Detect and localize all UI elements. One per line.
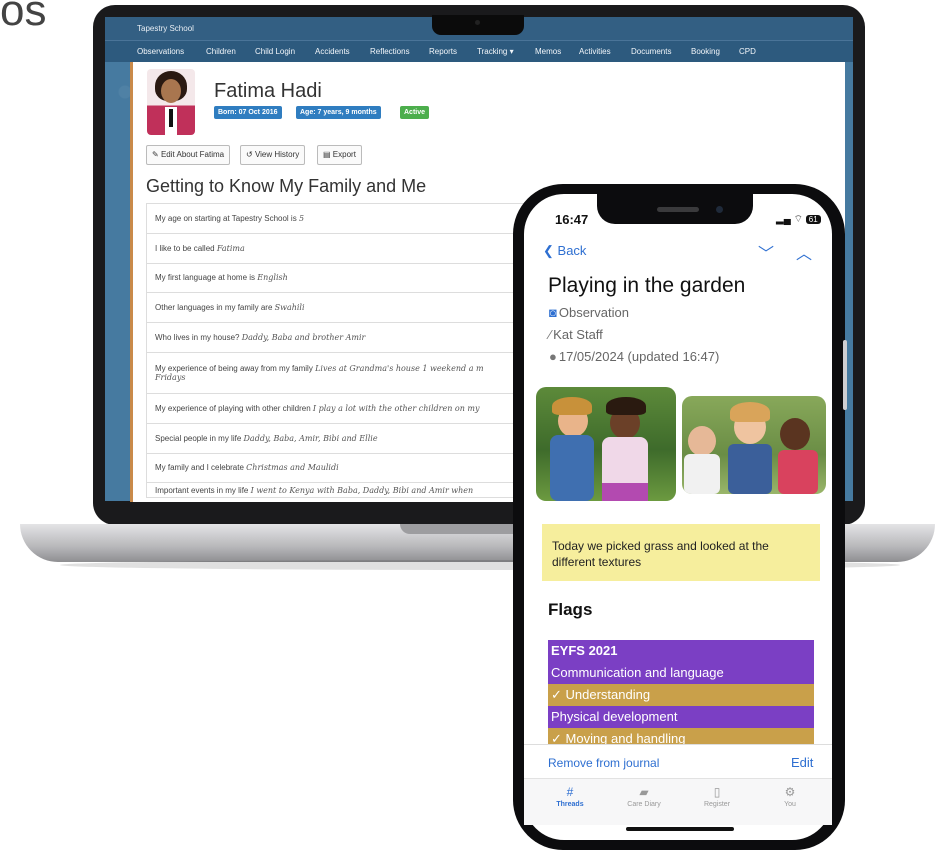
- nav-accidents[interactable]: Accidents: [315, 47, 350, 56]
- laptop-camera: [475, 20, 480, 25]
- flag-framework: EYFS 2021: [548, 640, 814, 662]
- observation-photo-2[interactable]: [682, 396, 826, 494]
- edit-about-button[interactable]: ✎ Edit About Fatima: [146, 145, 231, 165]
- wifi-icon: ⌔: [793, 214, 803, 225]
- chevron-left-icon: ❮: [543, 243, 554, 258]
- observation-photo-1[interactable]: [536, 387, 676, 501]
- nav-memos[interactable]: Memos: [535, 47, 561, 56]
- table-row: Who lives in my house? Daddy, Baba and b…: [146, 323, 526, 353]
- tab-threads[interactable]: # Threads: [540, 785, 600, 808]
- status-badge: Active: [400, 106, 430, 119]
- edit-about-label: Edit About Fatima: [160, 150, 225, 159]
- corner-text: os: [0, 0, 47, 35]
- signal-icon: ▂▄: [776, 214, 791, 225]
- table-row: My family and I celebrate Christmas and …: [146, 453, 526, 484]
- table-row: My first language at home is English: [146, 263, 526, 294]
- table-row: Special people in my life Daddy, Baba, A…: [146, 423, 526, 454]
- nav-child-login[interactable]: Child Login: [255, 47, 295, 56]
- register-icon: ▯: [713, 785, 721, 799]
- section-title: Getting to Know My Family and Me: [146, 176, 427, 196]
- tab-register[interactable]: ▯ Register: [687, 785, 747, 808]
- flag-area: Communication and language: [548, 662, 814, 684]
- observation-date: ● 17/05/2024 (updated 16:47): [549, 349, 720, 364]
- born-badge: Born: 07 Oct 2016: [214, 106, 282, 119]
- note-text: Today we picked grass and looked at the …: [552, 539, 769, 569]
- history-icon: ↺: [246, 150, 253, 159]
- observation-author: ⁄ Kat Staff: [549, 327, 603, 342]
- nav-cpd[interactable]: CPD: [739, 47, 756, 56]
- nav-children[interactable]: Children: [206, 47, 236, 56]
- pen-icon: ⁄: [549, 327, 552, 342]
- view-history-label: View History: [254, 150, 300, 159]
- edit-link[interactable]: Edit: [791, 755, 813, 770]
- about-table: My age on starting at Tapestry School is…: [146, 203, 526, 499]
- threads-icon: #: [566, 785, 574, 799]
- child-avatar: [147, 69, 195, 135]
- table-row: I like to be called Fatima: [146, 233, 526, 264]
- nav-tracking[interactable]: Tracking ▾: [477, 47, 514, 56]
- observation-icon: ◙: [549, 305, 557, 320]
- pencil-icon: ✎: [152, 150, 159, 159]
- export-label: Export: [332, 150, 356, 159]
- flag-aspect: ✓ Understanding: [548, 684, 814, 706]
- remove-from-journal-link[interactable]: Remove from journal: [548, 756, 659, 770]
- back-button[interactable]: ❮ Back: [543, 243, 586, 259]
- nav-documents[interactable]: Documents: [631, 47, 671, 56]
- school-name[interactable]: Tapestry School: [137, 24, 194, 33]
- battery-icon: 61: [805, 215, 821, 224]
- flag-aspect: ✓ Moving and handling: [548, 728, 814, 744]
- view-history-button[interactable]: ↺ View History: [240, 145, 306, 165]
- flags-heading: Flags: [548, 600, 593, 619]
- nav-reports[interactable]: Reports: [429, 47, 457, 56]
- table-row: My age on starting at Tapestry School is…: [146, 203, 526, 234]
- table-row: Important events in my life I went to Ke…: [146, 483, 526, 499]
- back-label: Back: [557, 243, 587, 258]
- chevron-down-icon[interactable]: ﹀: [758, 240, 774, 264]
- document-icon: ▤: [323, 150, 331, 159]
- tab-care-diary[interactable]: ▰ Care Diary: [614, 785, 674, 808]
- status-icons: ▂▄ ⌔ 61: [776, 213, 821, 226]
- observation-type: ◙ Observation: [549, 305, 629, 320]
- child-name: Fatima Hadi: [214, 80, 322, 102]
- tab-you[interactable]: ⚙ You: [760, 785, 820, 808]
- flag-area: Physical development: [548, 706, 814, 728]
- gear-icon: ⚙: [784, 785, 796, 799]
- divider: [524, 744, 832, 745]
- observation-title: Playing in the garden: [548, 274, 746, 297]
- table-row: Other languages in my family are Swahili: [146, 293, 526, 324]
- phone-speaker: [657, 207, 699, 212]
- phone-camera: [716, 206, 723, 213]
- laptop-notch: [432, 15, 524, 35]
- table-row: My experience of being away from my fami…: [146, 352, 526, 394]
- nav-booking[interactable]: Booking: [691, 47, 720, 56]
- table-row: My experience of playing with other chil…: [146, 393, 526, 424]
- clock-icon: ●: [549, 349, 557, 364]
- phone-side-button: [843, 340, 847, 410]
- nav-reflections[interactable]: Reflections: [370, 47, 410, 56]
- home-indicator: [626, 827, 734, 831]
- export-button[interactable]: ▤ Export: [317, 145, 362, 165]
- age-badge: Age: 7 years, 9 months: [296, 106, 381, 119]
- main-nav: Observations Children Child Login Accide…: [105, 40, 853, 63]
- chevron-up-icon[interactable]: ︿: [796, 240, 812, 264]
- nav-observations[interactable]: Observations: [137, 47, 184, 56]
- nav-activities[interactable]: Activities: [579, 47, 611, 56]
- status-time: 16:47: [555, 212, 589, 227]
- book-icon: ▰: [639, 785, 649, 799]
